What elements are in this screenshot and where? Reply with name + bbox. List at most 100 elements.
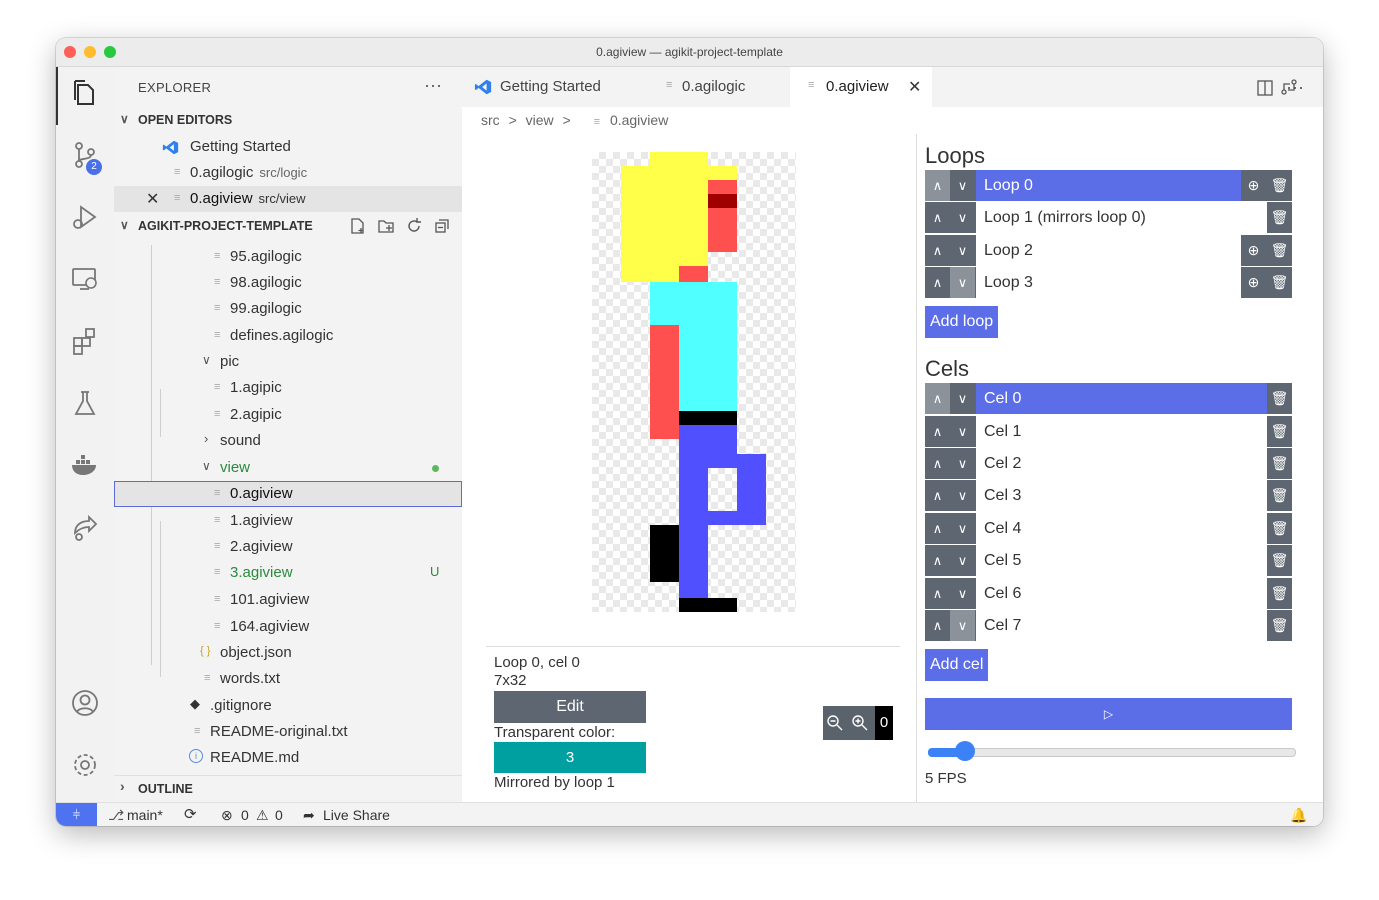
transparent-color-swatch[interactable]: 3	[494, 742, 646, 773]
move-up-icon[interactable]: ∧	[925, 202, 950, 233]
cel-name[interactable]: Cel 6	[976, 578, 1267, 609]
trash-icon[interactable]: 🗑	[1267, 416, 1292, 447]
cel-name[interactable]: Cel 0	[976, 383, 1267, 414]
trash-icon[interactable]: 🗑	[1267, 578, 1292, 609]
tree-folder-pic[interactable]: ∨ pic	[114, 349, 462, 375]
trash-icon[interactable]: 🗑	[1267, 480, 1292, 511]
tree-file-defines-agilogic[interactable]: ≡ defines.agilogic	[114, 323, 462, 349]
add-cel-circle-icon[interactable]: ⊕	[1241, 235, 1266, 266]
trash-icon[interactable]: 🗑	[1267, 383, 1292, 414]
move-up-icon[interactable]: ∧	[925, 610, 950, 641]
tree-file-object-json[interactable]: { } object.json	[114, 640, 462, 666]
cel-name[interactable]: Cel 1	[976, 416, 1267, 447]
add-cel-button[interactable]: Add cel	[925, 649, 989, 681]
loop-name[interactable]: Loop 2	[976, 235, 1241, 266]
move-down-icon[interactable]: ∨	[950, 383, 975, 414]
tree-file-1-agipic[interactable]: ≡ 1.agipic	[114, 375, 462, 401]
cel-name[interactable]: Cel 3	[976, 480, 1267, 511]
loop-name[interactable]: Loop 0	[976, 170, 1241, 201]
error-count[interactable]: 0	[241, 807, 249, 823]
split-editor-icon[interactable]	[1256, 79, 1274, 97]
explorer-more-actions[interactable]: ···	[424, 75, 442, 96]
move-up-icon[interactable]: ∧	[925, 513, 950, 544]
new-file-icon[interactable]	[349, 217, 367, 235]
editor-more-actions-icon[interactable]: ···	[1286, 77, 1304, 98]
move-up-icon[interactable]: ∧	[925, 235, 950, 266]
move-down-icon[interactable]: ∨	[950, 416, 975, 447]
tab-getting-started[interactable]: Getting Started	[462, 67, 634, 107]
move-up-icon[interactable]: ∧	[925, 545, 950, 576]
move-down-icon[interactable]: ∨	[950, 578, 975, 609]
remote-indicator-icon[interactable]: ⫩	[56, 803, 97, 826]
live-share-icon[interactable]	[69, 511, 101, 543]
remote-explorer-icon[interactable]	[69, 263, 101, 295]
outline-header[interactable]: › OUTLINE	[114, 775, 462, 803]
move-up-icon[interactable]: ∧	[925, 578, 950, 609]
play-button[interactable]: ▷	[925, 698, 1292, 730]
zoom-in-icon[interactable]	[851, 714, 869, 732]
sync-icon[interactable]: ⟳	[184, 805, 197, 823]
trash-icon[interactable]: 🗑	[1267, 267, 1292, 298]
collapse-all-icon[interactable]	[433, 217, 451, 235]
notifications-bell-icon[interactable]: 🔔	[1290, 807, 1307, 824]
move-down-icon[interactable]: ∨	[950, 448, 975, 479]
testing-icon[interactable]	[69, 387, 101, 419]
explorer-icon[interactable]	[69, 77, 101, 109]
branch-name[interactable]: main*	[127, 807, 163, 823]
docker-icon[interactable]	[69, 449, 101, 481]
tree-file-gitignore[interactable]: ◆ .gitignore	[114, 693, 462, 719]
move-up-icon[interactable]: ∧	[925, 383, 950, 414]
trash-icon[interactable]: 🗑	[1267, 170, 1292, 201]
tree-folder-view[interactable]: ∨ view	[114, 455, 462, 481]
breadcrumb-view[interactable]: view	[526, 112, 554, 128]
open-editor-getting-started[interactable]: Getting Started	[114, 134, 462, 160]
tree-file-readme-original[interactable]: ≡ README-original.txt	[114, 719, 462, 745]
settings-gear-icon[interactable]	[69, 749, 101, 781]
trash-icon[interactable]: 🗑	[1267, 545, 1292, 576]
cel-name[interactable]: Cel 5	[976, 545, 1267, 576]
tree-file-readme-md[interactable]: i README.md	[114, 745, 462, 771]
move-down-icon[interactable]: ∨	[950, 610, 975, 641]
warning-count[interactable]: 0	[275, 807, 283, 823]
cel-name[interactable]: Cel 7	[976, 610, 1267, 641]
move-down-icon[interactable]: ∨	[950, 267, 975, 298]
fps-slider-thumb[interactable]	[954, 741, 975, 761]
tree-file-99-agilogic[interactable]: ≡ 99.agilogic	[114, 296, 462, 322]
trash-icon[interactable]: 🗑	[1267, 235, 1292, 266]
breadcrumb-src[interactable]: src	[481, 112, 500, 128]
loop-name[interactable]: Loop 1 (mirrors loop 0)	[976, 202, 1267, 233]
tree-file-0-agiview[interactable]: ≡ 0.agiview	[114, 481, 462, 507]
move-up-icon[interactable]: ∧	[925, 480, 950, 511]
cel-name[interactable]: Cel 2	[976, 448, 1267, 479]
loop-name[interactable]: Loop 3	[976, 267, 1241, 298]
close-icon[interactable]: ✕	[146, 189, 159, 209]
add-cel-circle-icon[interactable]: ⊕	[1241, 267, 1266, 298]
move-up-icon[interactable]: ∧	[925, 448, 950, 479]
run-debug-icon[interactable]	[69, 201, 101, 233]
move-down-icon[interactable]: ∨	[950, 202, 975, 233]
account-icon[interactable]	[69, 687, 101, 719]
move-down-icon[interactable]: ∨	[950, 545, 975, 576]
tab-0-agiview[interactable]: ≡ 0.agiview ✕	[790, 67, 932, 107]
close-tab-icon[interactable]: ✕	[908, 77, 921, 97]
fps-slider-track[interactable]	[928, 748, 1296, 757]
move-down-icon[interactable]: ∨	[950, 480, 975, 511]
live-share-label[interactable]: Live Share	[323, 807, 390, 823]
open-editor-0-agiview[interactable]: ✕ ≡ 0.agiview src/view	[114, 186, 462, 212]
tab-0-agilogic[interactable]: ≡ 0.agilogic	[648, 67, 788, 107]
trash-icon[interactable]: 🗑	[1267, 513, 1292, 544]
tree-file-3-agiview[interactable]: ≡ 3.agiview U	[114, 560, 462, 586]
trash-icon[interactable]: 🗑	[1267, 610, 1292, 641]
edit-button[interactable]: Edit	[494, 691, 646, 723]
move-down-icon[interactable]: ∨	[950, 513, 975, 544]
trash-icon[interactable]: 🗑	[1267, 448, 1292, 479]
refresh-icon[interactable]	[405, 217, 423, 235]
extensions-icon[interactable]	[69, 325, 101, 357]
move-up-icon[interactable]: ∧	[925, 170, 950, 201]
move-down-icon[interactable]: ∨	[950, 170, 975, 201]
tree-file-2-agiview[interactable]: ≡ 2.agiview	[114, 534, 462, 560]
tree-file-164-agiview[interactable]: ≡ 164.agiview	[114, 614, 462, 640]
tree-file-2-agipic[interactable]: ≡ 2.agipic	[114, 402, 462, 428]
zoom-out-icon[interactable]	[826, 714, 844, 732]
move-up-icon[interactable]: ∧	[925, 416, 950, 447]
